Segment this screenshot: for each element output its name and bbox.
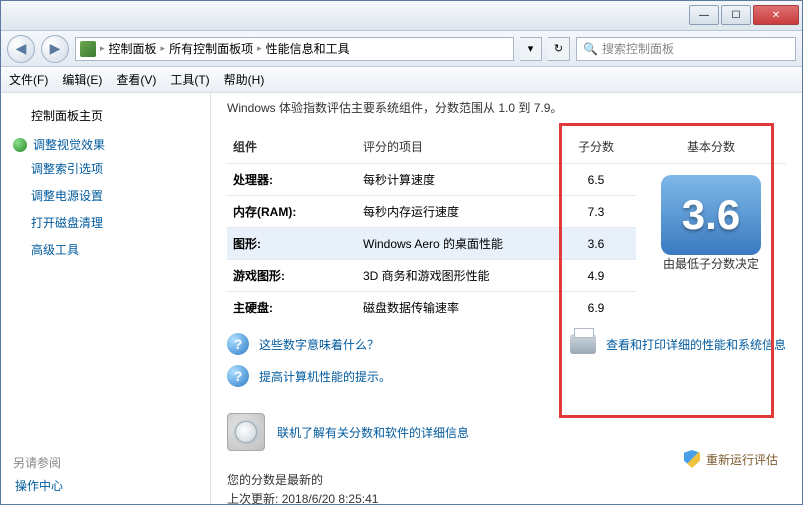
cell-sub: 7.3 [556, 196, 636, 228]
score-table: 组件 评分的项目 子分数 基本分数 处理器: 每秒计算速度 6.5 3.6 由最… [227, 130, 786, 323]
rerun-assessment[interactable]: 重新运行评估 [684, 450, 778, 468]
cell-comp: 游戏图形: [227, 260, 357, 292]
link-print-details[interactable]: 查看和打印详细的性能和系统信息 [606, 336, 786, 353]
maximize-button[interactable]: ☐ [721, 5, 751, 25]
cell-comp: 处理器: [227, 164, 357, 196]
sidebar-disk-cleanup[interactable]: 打开磁盘清理 [31, 214, 198, 231]
address-bar[interactable]: ▸ 控制面板 ▸ 所有控制面板项 ▸ 性能信息和工具 [75, 37, 514, 61]
sidebar-adjust-power[interactable]: 调整电源设置 [31, 187, 198, 204]
cell-sub: 3.6 [556, 228, 636, 260]
cell-rated: 每秒计算速度 [357, 164, 556, 196]
rerun-label: 重新运行评估 [706, 451, 778, 468]
links-row-1: ? 这些数字意味着什么？ 查看和打印详细的性能和系统信息 [227, 333, 786, 355]
menubar: 文件(F) 编辑(E) 查看(V) 工具(T) 帮助(H) [1, 67, 802, 93]
cell-comp: 内存(RAM): [227, 196, 357, 228]
search-placeholder: 搜索控制面板 [602, 40, 674, 57]
body-area: 控制面板主页 调整视觉效果 调整索引选项 调整电源设置 打开磁盘清理 高级工具 … [1, 93, 802, 504]
bottom-info: 您的分数是最新的 上次更新: 2018/6/20 8:25:41 [227, 471, 786, 504]
crumb-sep-icon: ▸ [257, 43, 262, 54]
menu-view[interactable]: 查看(V) [116, 71, 156, 88]
last-update-label: 上次更新: [227, 492, 278, 504]
control-panel-icon [80, 41, 96, 57]
base-score-caption: 由最低子分数决定 [642, 257, 780, 273]
help-icon: ? [227, 333, 249, 355]
sidebar-action-center[interactable]: 操作中心 [15, 477, 198, 494]
search-icon: 🔍 [583, 42, 598, 56]
menu-help[interactable]: 帮助(H) [224, 71, 265, 88]
titlebar: — ☐ ✕ [1, 1, 802, 31]
th-subscore: 子分数 [556, 130, 636, 164]
link-meaning[interactable]: 这些数字意味着什么？ [259, 336, 379, 353]
cell-rated: Windows Aero 的桌面性能 [357, 228, 556, 260]
last-update-value: 2018/6/20 8:25:41 [282, 492, 379, 504]
link-tips[interactable]: 提高计算机性能的提示。 [259, 368, 391, 385]
base-score-cell: 3.6 由最低子分数决定 [636, 164, 786, 324]
breadcrumb-1[interactable]: 控制面板 [109, 40, 157, 57]
window-frame: — ☐ ✕ ◀ ▶ ▸ 控制面板 ▸ 所有控制面板项 ▸ 性能信息和工具 ▾ ↻… [0, 0, 803, 505]
crumb-sep-icon: ▸ [161, 43, 166, 54]
sidebar-see-also-header: 另请参阅 [13, 454, 198, 471]
cell-sub: 6.9 [556, 292, 636, 324]
address-dropdown[interactable]: ▾ [520, 37, 542, 61]
menu-edit[interactable]: 编辑(E) [62, 71, 102, 88]
crumb-sep-icon: ▸ [100, 43, 105, 54]
th-basescore: 基本分数 [636, 130, 786, 164]
menu-tools[interactable]: 工具(T) [170, 71, 209, 88]
shield-icon [684, 450, 700, 468]
shield-bullet-icon [13, 138, 27, 152]
printer-icon [570, 334, 596, 354]
th-component: 组件 [227, 130, 357, 164]
th-rated: 评分的项目 [357, 130, 556, 164]
cell-rated: 每秒内存运行速度 [357, 196, 556, 228]
help-icon: ? [227, 365, 249, 387]
minimize-button[interactable]: — [689, 5, 719, 25]
sidebar: 控制面板主页 调整视觉效果 调整索引选项 调整电源设置 打开磁盘清理 高级工具 … [1, 93, 211, 504]
navbar: ◀ ▶ ▸ 控制面板 ▸ 所有控制面板项 ▸ 性能信息和工具 ▾ ↻ 🔍 搜索控… [1, 31, 802, 67]
breadcrumb-2[interactable]: 所有控制面板项 [169, 40, 253, 57]
score-row-processor: 处理器: 每秒计算速度 6.5 3.6 由最低子分数决定 [227, 164, 786, 196]
close-button[interactable]: ✕ [753, 5, 799, 25]
links-row-2: ? 提高计算机性能的提示。 [227, 365, 786, 387]
sidebar-adjust-index[interactable]: 调整索引选项 [31, 160, 198, 177]
base-score-badge: 3.6 [661, 175, 761, 255]
cell-sub: 6.5 [556, 164, 636, 196]
sidebar-adjust-visual[interactable]: 调整视觉效果 [33, 136, 105, 153]
cell-comp: 图形: [227, 228, 357, 260]
nav-back-button[interactable]: ◀ [7, 35, 35, 63]
breadcrumb-3[interactable]: 性能信息和工具 [266, 40, 350, 57]
nav-forward-button[interactable]: ▶ [41, 35, 69, 63]
sidebar-control-panel-home[interactable]: 控制面板主页 [31, 107, 198, 124]
cell-rated: 3D 商务和游戏图形性能 [357, 260, 556, 292]
disk-icon [227, 413, 265, 451]
score-latest-text: 您的分数是最新的 [227, 471, 786, 490]
link-online-details[interactable]: 联机了解有关分数和软件的详细信息 [277, 424, 469, 441]
cell-sub: 4.9 [556, 260, 636, 292]
cell-comp: 主硬盘: [227, 292, 357, 324]
sidebar-advanced-tools[interactable]: 高级工具 [31, 241, 198, 258]
cell-rated: 磁盘数据传输速率 [357, 292, 556, 324]
menu-file[interactable]: 文件(F) [9, 71, 48, 88]
detail-row: 联机了解有关分数和软件的详细信息 [227, 413, 786, 451]
intro-text: Windows 体验指数评估主要系统组件，分数范围从 1.0 到 7.9。 [227, 99, 786, 116]
search-input[interactable]: 🔍 搜索控制面板 [576, 37, 796, 61]
refresh-button[interactable]: ↻ [548, 37, 570, 61]
content-pane: Windows 体验指数评估主要系统组件，分数范围从 1.0 到 7.9。 组件… [211, 93, 802, 504]
